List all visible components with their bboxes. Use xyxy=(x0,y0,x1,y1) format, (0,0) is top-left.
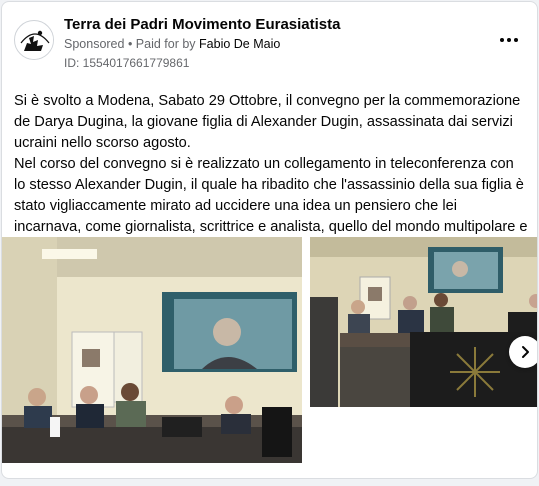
meta-separator: • xyxy=(124,37,136,51)
post-body: Si è svolto a Modena, Sabato 29 Ottobre,… xyxy=(14,91,528,259)
payer-name: Fabio De Maio xyxy=(199,37,281,51)
post-paragraph: Si è svolto a Modena, Sabato 29 Ottobre,… xyxy=(14,93,521,151)
post-photo-panel[interactable] xyxy=(310,237,537,407)
carousel-next-button[interactable] xyxy=(509,336,537,368)
more-horizontal-icon xyxy=(500,38,504,42)
page-name-link[interactable]: Terra dei Padri Movimento Eurasiatista xyxy=(64,16,340,33)
ad-post-card: Terra dei Padri Movimento Eurasiatista S… xyxy=(1,1,538,479)
more-options-button[interactable] xyxy=(497,30,521,50)
chevron-right-icon xyxy=(522,346,529,358)
paid-by-label: Paid for by xyxy=(135,37,200,51)
page-avatar[interactable] xyxy=(14,20,54,60)
post-photo-conference[interactable] xyxy=(2,237,302,463)
sponsored-label: Sponsored xyxy=(64,37,125,51)
ad-id: ID: 1554017661779861 xyxy=(64,56,190,70)
post-header: Terra dei Padri Movimento Eurasiatista S… xyxy=(2,2,537,82)
post-meta: Sponsored • Paid for by Fabio De Maio xyxy=(64,37,280,51)
